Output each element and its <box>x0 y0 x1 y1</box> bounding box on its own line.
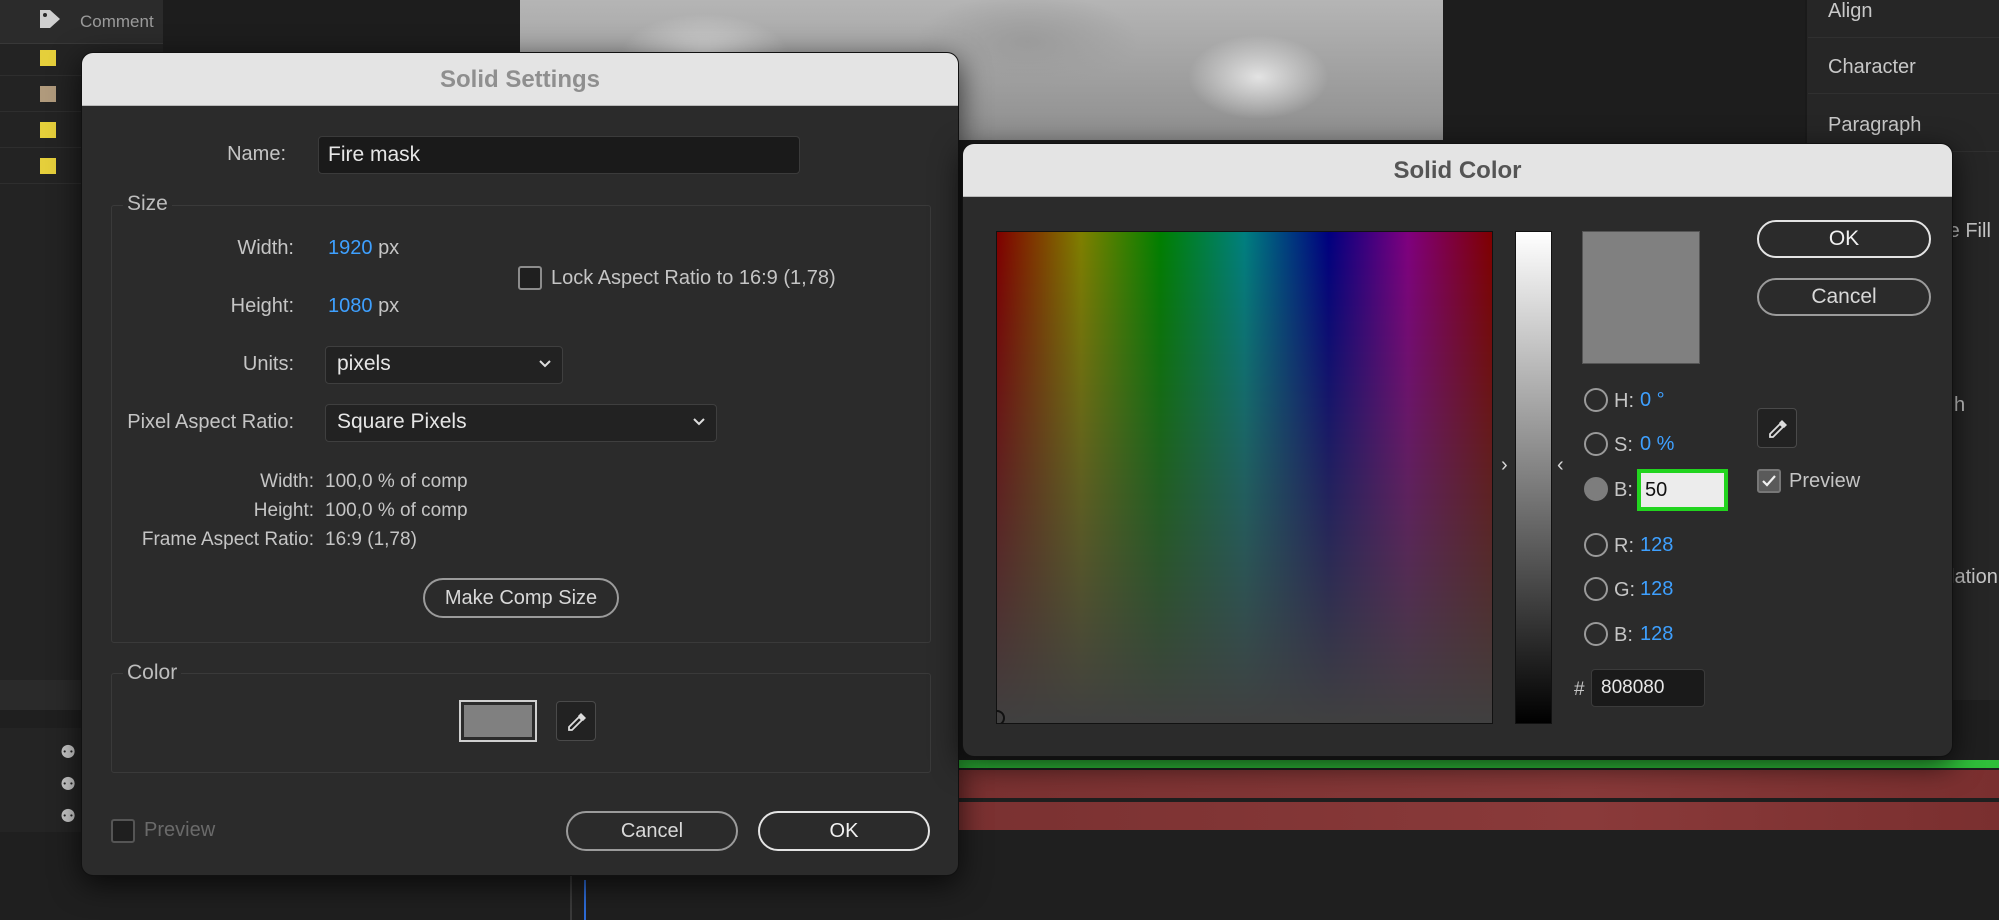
frame-aspect-label: Frame Aspect Ratio: <box>141 529 314 550</box>
preview-checkbox[interactable] <box>1757 469 1781 493</box>
lock-aspect-label: Lock Aspect Ratio to 16:9 (1,78) <box>551 267 836 289</box>
lock-aspect-checkbox[interactable] <box>518 266 542 290</box>
height-label: Height: <box>230 295 294 317</box>
height-unit: px <box>378 295 400 317</box>
blue-label: B: <box>1614 624 1633 646</box>
color-group-title: Color <box>123 661 182 685</box>
color-swatch[interactable] <box>459 700 537 742</box>
project-panel-header: Comment <box>0 0 163 44</box>
solid-color-dialog: Solid Color › ‹ H: 0 ° S: 0 % B: R: 128 … <box>962 143 1953 757</box>
make-comp-size-button[interactable]: Make Comp Size <box>423 578 619 618</box>
dialog-title: Solid Color <box>963 144 1952 197</box>
cancel-button[interactable]: Cancel <box>566 811 738 851</box>
ok-button[interactable]: OK <box>1757 220 1931 258</box>
color-swatch-fill <box>464 705 532 737</box>
green-label: G: <box>1614 579 1636 601</box>
green-value[interactable]: 128 <box>1640 578 1673 601</box>
panel-item-align[interactable]: Align <box>1808 0 1999 38</box>
eyedropper-button[interactable] <box>1757 408 1797 448</box>
par-value: Square Pixels <box>337 410 467 433</box>
green-radio[interactable] <box>1584 577 1608 601</box>
label-swatch[interactable] <box>40 158 56 174</box>
comment-column-header[interactable]: Comment <box>80 12 154 32</box>
saturation-radio[interactable] <box>1584 432 1608 456</box>
eyedropper-icon <box>568 713 586 731</box>
color-field[interactable] <box>996 231 1493 724</box>
hex-hash: # <box>1574 679 1585 700</box>
slider-left-arrow-icon[interactable]: ‹ <box>1557 454 1564 477</box>
hue-label: H: <box>1614 390 1634 412</box>
frame-aspect-value: 16:9 (1,78) <box>325 529 417 550</box>
par-dropdown[interactable]: Square Pixels <box>325 404 717 442</box>
layer-switch-icon[interactable]: ⚉ <box>60 806 76 827</box>
work-area-bar[interactable] <box>958 760 1999 768</box>
par-label: Pixel Aspect Ratio: <box>127 411 294 433</box>
info-height-value: 100,0 % of comp <box>325 500 468 521</box>
name-field[interactable] <box>318 136 800 174</box>
width-unit: px <box>378 237 400 259</box>
solid-settings-dialog: Solid Settings Name: Size Width: 1920 px… <box>81 52 959 876</box>
chevron-down-icon <box>693 418 705 426</box>
width-value[interactable]: 1920 <box>328 237 373 259</box>
chevron-down-icon <box>539 360 551 368</box>
info-width-value: 100,0 % of comp <box>325 471 468 492</box>
brightness-slider[interactable] <box>1515 231 1552 724</box>
width-label: Width: <box>237 237 294 259</box>
hex-input[interactable] <box>1591 669 1705 707</box>
layer-track[interactable] <box>958 770 1999 798</box>
units-value: pixels <box>337 352 391 375</box>
eyedropper-button[interactable] <box>556 701 596 741</box>
label-swatch[interactable] <box>40 50 56 66</box>
label-swatch[interactable] <box>40 122 56 138</box>
height-value[interactable]: 1080 <box>328 295 373 317</box>
current-color-fill <box>1583 232 1699 363</box>
info-width-label: Width: <box>260 471 314 492</box>
label-tag-icon[interactable] <box>38 8 62 30</box>
brightness-input[interactable] <box>1641 473 1724 507</box>
slider-right-arrow-icon[interactable]: › <box>1501 454 1508 477</box>
current-color-preview <box>1582 231 1700 364</box>
panel-item-character[interactable]: Character <box>1808 40 1999 94</box>
ok-button[interactable]: OK <box>758 811 930 851</box>
brightness-input-highlight <box>1637 469 1728 511</box>
dialog-title: Solid Settings <box>82 53 958 106</box>
saturation-label: S: <box>1614 434 1633 456</box>
brightness-label: B: <box>1614 479 1633 501</box>
preview-label: Preview <box>144 819 216 841</box>
hue-radio[interactable] <box>1584 388 1608 412</box>
layer-track[interactable] <box>958 802 1999 830</box>
playhead[interactable] <box>584 880 586 920</box>
saturation-value[interactable]: 0 % <box>1640 433 1674 456</box>
panel-item-partial[interactable]: h <box>1954 394 1965 417</box>
units-label: Units: <box>242 353 294 375</box>
preview-label: Preview <box>1789 470 1861 492</box>
blue-value[interactable]: 128 <box>1640 623 1673 646</box>
layer-switch-icon[interactable]: ⚉ <box>60 742 76 763</box>
hue-value[interactable]: 0 ° <box>1640 389 1665 412</box>
red-radio[interactable] <box>1584 533 1608 557</box>
eyedropper-icon <box>1769 420 1787 438</box>
panel-item-partial[interactable]: lation <box>1950 566 1998 589</box>
checkmark-icon <box>1762 475 1776 487</box>
blue-radio[interactable] <box>1584 622 1608 646</box>
brightness-radio[interactable] <box>1584 477 1608 501</box>
preview-checkbox[interactable] <box>111 819 135 843</box>
name-label: Name: <box>227 143 286 165</box>
label-swatch[interactable] <box>40 86 56 102</box>
size-group-title: Size <box>123 192 172 216</box>
info-height-label: Height: <box>253 500 314 521</box>
units-dropdown[interactable]: pixels <box>325 346 563 384</box>
red-label: R: <box>1614 535 1634 557</box>
cancel-button[interactable]: Cancel <box>1757 278 1931 316</box>
red-value[interactable]: 128 <box>1640 534 1673 557</box>
layer-switch-icon[interactable]: ⚉ <box>60 774 76 795</box>
